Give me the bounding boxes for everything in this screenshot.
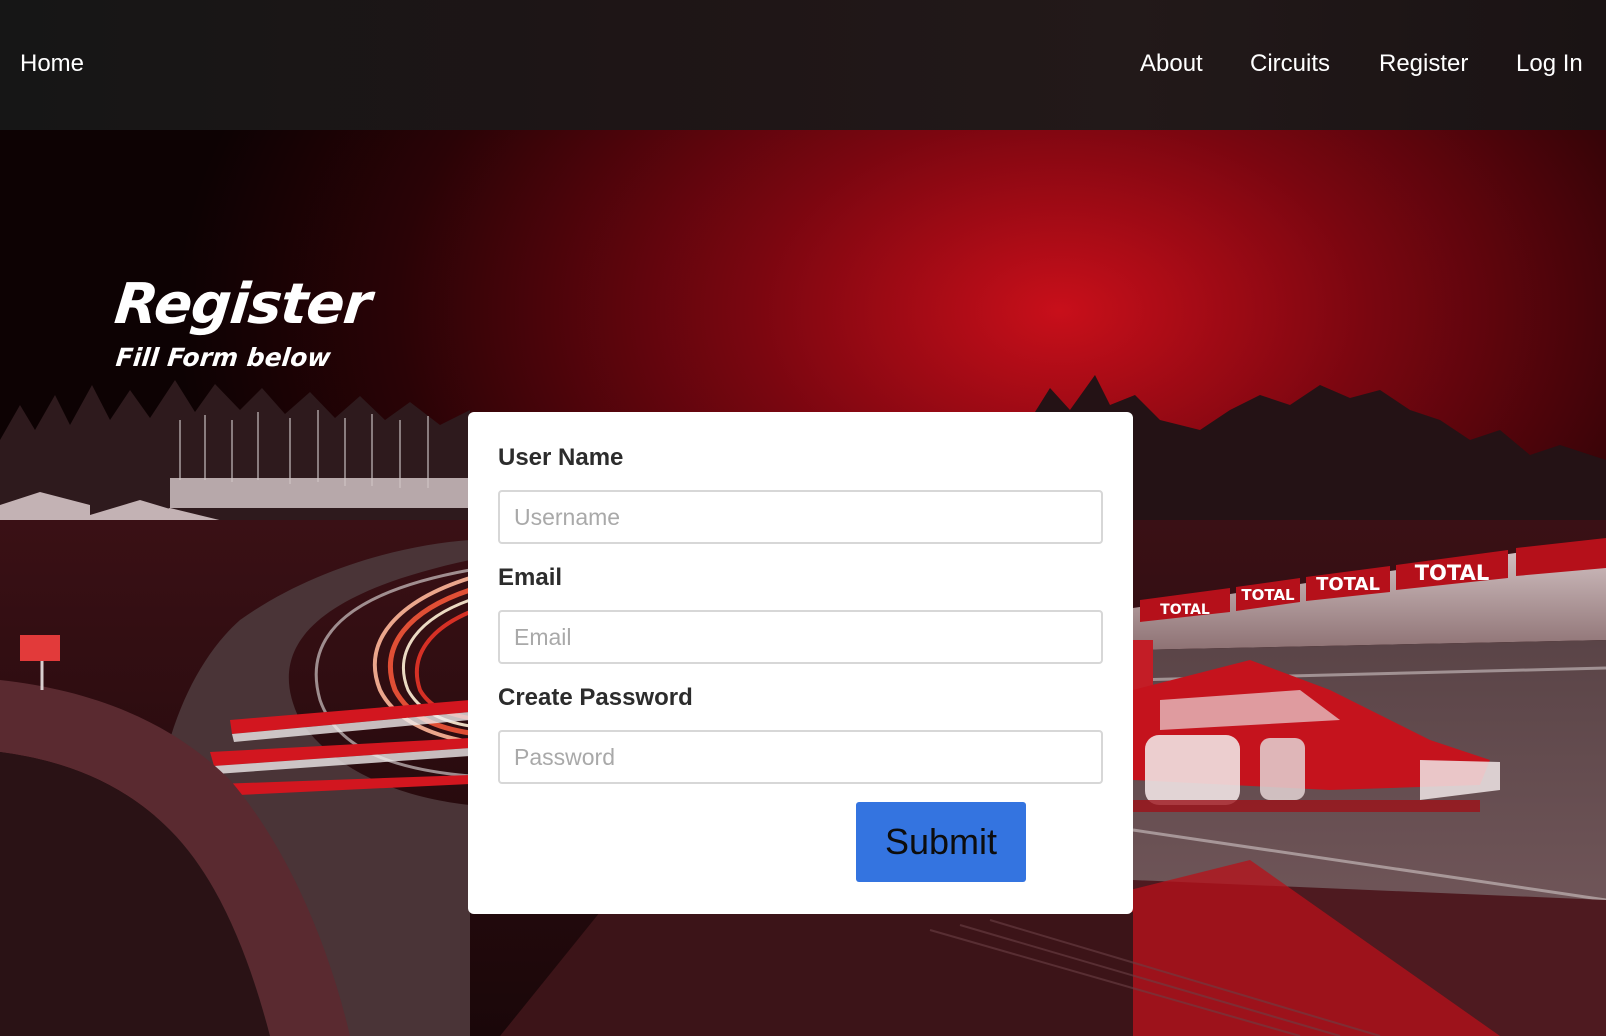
marker-flag — [20, 635, 60, 661]
left-wall — [170, 478, 470, 508]
username-label: User Name — [498, 444, 624, 471]
top-navbar: Home About Circuits Register Log In — [0, 0, 1606, 130]
submit-button[interactable]: Submit — [856, 802, 1026, 882]
page-root: TOTAL TOTAL TOTAL TOTAL Home About Circu… — [0, 0, 1606, 1036]
svg-text:TOTAL: TOTAL — [1241, 586, 1295, 604]
svg-text:TOTAL: TOTAL — [1316, 574, 1380, 595]
svg-text:TOTAL: TOTAL — [1160, 602, 1210, 618]
page-title: Register — [111, 272, 374, 337]
svg-text:TOTAL: TOTAL — [1415, 561, 1490, 585]
password-label: Create Password — [498, 684, 693, 711]
email-label: Email — [498, 564, 563, 591]
nav-login-link[interactable]: Log In — [1516, 44, 1583, 84]
register-form: User Name Email Create Password Submit — [468, 412, 1133, 914]
nav-about-link[interactable]: About — [1140, 44, 1203, 84]
nav-register-link[interactable]: Register — [1379, 44, 1468, 84]
page-subtitle: Fill Form below — [114, 343, 333, 372]
nav-circuits-link[interactable]: Circuits — [1250, 44, 1330, 84]
password-input[interactable] — [498, 730, 1103, 784]
username-input[interactable] — [498, 490, 1103, 544]
nav-home-link[interactable]: Home — [20, 44, 84, 84]
email-input[interactable] — [498, 610, 1103, 664]
